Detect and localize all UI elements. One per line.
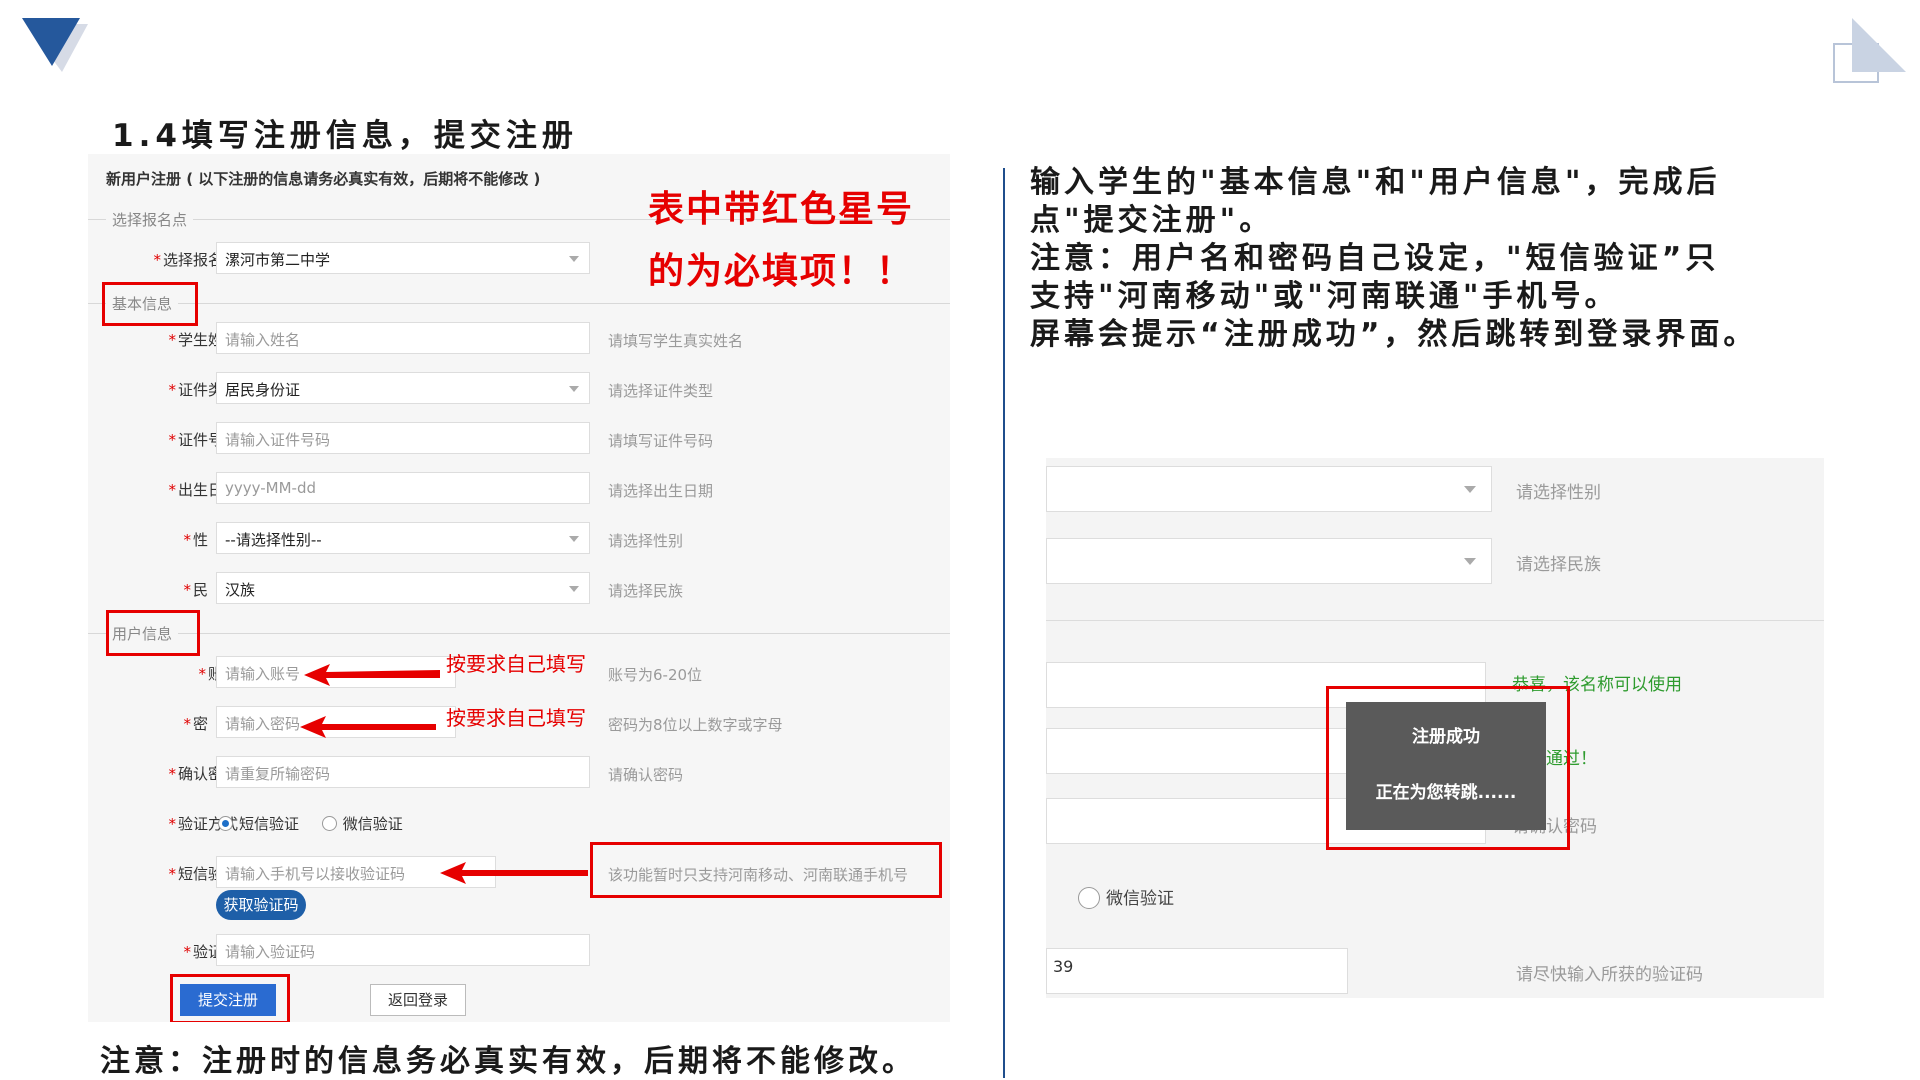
required-star: * bbox=[183, 943, 191, 961]
radio-unchecked-icon bbox=[1078, 887, 1100, 909]
row-gender: *性 别 --请选择性别-- 请选择性别 bbox=[88, 522, 950, 556]
required-star: * bbox=[168, 815, 176, 833]
row-id-number: * 证件号码 请输入证件号码 请填写证件号码 bbox=[88, 422, 950, 456]
chevron-down-icon bbox=[569, 256, 579, 262]
birth-date-input[interactable]: yyyy-MM-dd bbox=[216, 472, 590, 504]
bottom-note: 注意：注册时的信息务必真实有效，后期将不能修改。 bbox=[100, 1044, 916, 1079]
field-hint: 请选择证件类型 bbox=[608, 382, 714, 400]
name-input[interactable]: 请输入姓名 bbox=[216, 322, 590, 354]
instruction-line: 注意：用户名和密码自己设定，"短信验证”只 bbox=[1030, 241, 1720, 276]
field-hint: 请选择性别 bbox=[608, 532, 684, 550]
corner-triangle-icon bbox=[22, 18, 88, 72]
gender-select[interactable]: --请选择性别-- bbox=[216, 522, 590, 554]
ethnicity-select[interactable] bbox=[1046, 538, 1492, 584]
required-star: * bbox=[183, 715, 191, 733]
radio-sms[interactable]: 短信验证 bbox=[218, 815, 299, 833]
registration-form-screenshot: 新用户注册 ( 以下注册的信息请务必真实有效，后期将不能修改 ) 选择报名点 *… bbox=[88, 154, 950, 1022]
highlight-user-info bbox=[106, 610, 200, 656]
instruction-line: 屏幕会提示“注册成功”，然后跳转到登录界面。 bbox=[1030, 317, 1758, 352]
row-ethnicity: *民 族 汉族 请选择民族 bbox=[88, 572, 950, 606]
radio-wechat[interactable]: 微信验证 bbox=[321, 815, 403, 833]
ethnicity-hint: 请选择民族 bbox=[1516, 555, 1601, 575]
field-hint: 密码为8位以上数字或字母 bbox=[608, 716, 783, 734]
site-select[interactable]: 漯河市第二中学 bbox=[216, 242, 590, 274]
instructions: 输入学生的"基本信息"和"用户信息"，完成后 点"提交注册"。 注意：用户名和密… bbox=[1030, 164, 1910, 354]
row-confirm-password: * 确认密码 请重复所输密码 请确认密码 bbox=[88, 756, 950, 790]
chevron-down-icon bbox=[1464, 558, 1476, 565]
arrow-left-icon bbox=[304, 664, 440, 686]
required-star: * bbox=[168, 381, 176, 399]
id-number-input[interactable]: 请输入证件号码 bbox=[216, 422, 590, 454]
row-birth: * 出生日期 yyyy-MM-dd 请选择出生日期 bbox=[88, 472, 950, 506]
highlight-success-toast bbox=[1326, 686, 1570, 850]
radio-unchecked-icon bbox=[321, 816, 337, 831]
confirm-password-input[interactable]: 请重复所输密码 bbox=[216, 756, 590, 788]
radio-checked-icon bbox=[218, 816, 233, 831]
required-note-line2: 的为必填项！！ bbox=[648, 251, 915, 292]
get-code-button[interactable]: 获取验证码 bbox=[216, 890, 306, 920]
chevron-down-icon bbox=[569, 586, 579, 592]
required-star: * bbox=[153, 251, 161, 269]
verify-method-radios: 短信验证 微信验证 bbox=[218, 813, 403, 834]
required-star: * bbox=[168, 331, 176, 349]
gender-select[interactable] bbox=[1046, 466, 1492, 512]
required-star: * bbox=[183, 581, 191, 599]
required-star: * bbox=[183, 531, 191, 549]
field-hint: 请填写学生真实姓名 bbox=[608, 332, 744, 350]
captcha-input[interactable]: 请输入验证码 bbox=[216, 934, 590, 966]
field-hint: 请选择民族 bbox=[608, 582, 684, 600]
back-to-login-button[interactable]: 返回登录 bbox=[370, 984, 466, 1016]
section-label: 选择报名点 bbox=[106, 209, 194, 230]
arrow-left-icon bbox=[440, 862, 588, 884]
page-corner-icon bbox=[1833, 18, 1906, 83]
field-hint: 请填写证件号码 bbox=[608, 432, 714, 450]
highlight-submit bbox=[170, 974, 290, 1022]
row-name: * 学生姓名 请输入姓名 请填写学生真实姓名 bbox=[88, 322, 950, 356]
vertical-divider bbox=[1003, 168, 1005, 1078]
required-star: * bbox=[198, 665, 206, 683]
chevron-down-icon bbox=[569, 386, 579, 392]
id-type-select[interactable]: 居民身份证 bbox=[216, 372, 590, 404]
section-divider bbox=[1046, 620, 1824, 621]
row-captcha: *验证码 请输入验证码 bbox=[88, 934, 950, 968]
required-star: * bbox=[168, 431, 176, 449]
row-verify-method: * 验证方式 短信验证 微信验证 bbox=[88, 806, 950, 840]
field-hint: 账号为6-20位 bbox=[608, 666, 703, 684]
radio-wechat[interactable]: 微信验证 bbox=[1078, 884, 1174, 909]
instruction-line: 点"提交注册"。 bbox=[1030, 203, 1274, 238]
instruction-line: 输入学生的"基本信息"和"用户信息"，完成后 bbox=[1030, 165, 1721, 200]
captcha-input[interactable]: 39 bbox=[1046, 948, 1348, 994]
required-note-line1: 表中带红色星号 bbox=[648, 189, 915, 230]
field-hint: 请选择出生日期 bbox=[608, 482, 714, 500]
fill-yourself-note-1: 按要求自己填写 bbox=[446, 652, 586, 676]
arrow-left-icon bbox=[300, 716, 436, 738]
instruction-line: 支持"河南移动"或"河南联通"手机号。 bbox=[1030, 279, 1619, 314]
chevron-down-icon bbox=[1464, 486, 1476, 493]
required-star: * bbox=[168, 865, 176, 883]
chevron-down-icon bbox=[569, 536, 579, 542]
field-hint: 请确认密码 bbox=[608, 766, 684, 784]
fill-yourself-note-2: 按要求自己填写 bbox=[446, 706, 586, 730]
required-star: * bbox=[168, 765, 176, 783]
highlight-basic-info bbox=[102, 282, 198, 326]
section-user-info: 用户信息 bbox=[88, 620, 950, 646]
required-star: * bbox=[168, 481, 176, 499]
form-title: 新用户注册 ( 以下注册的信息请务必真实有效，后期将不能修改 ) bbox=[106, 170, 541, 188]
row-id-type: * 证件类型 居民身份证 请选择证件类型 bbox=[88, 372, 950, 406]
success-screenshot: 请选择性别 请选择民族 恭喜，该名称可以使用 校验通过！ 请确认密码 微信验证 … bbox=[1046, 458, 1824, 998]
ethnicity-select[interactable]: 汉族 bbox=[216, 572, 590, 604]
gender-hint: 请选择性别 bbox=[1516, 483, 1601, 503]
captcha-hint: 请尽快输入所获的验证码 bbox=[1516, 965, 1703, 985]
highlight-sms-hint bbox=[590, 842, 942, 898]
slide-heading: 1.4填写注册信息，提交注册 bbox=[112, 118, 578, 154]
